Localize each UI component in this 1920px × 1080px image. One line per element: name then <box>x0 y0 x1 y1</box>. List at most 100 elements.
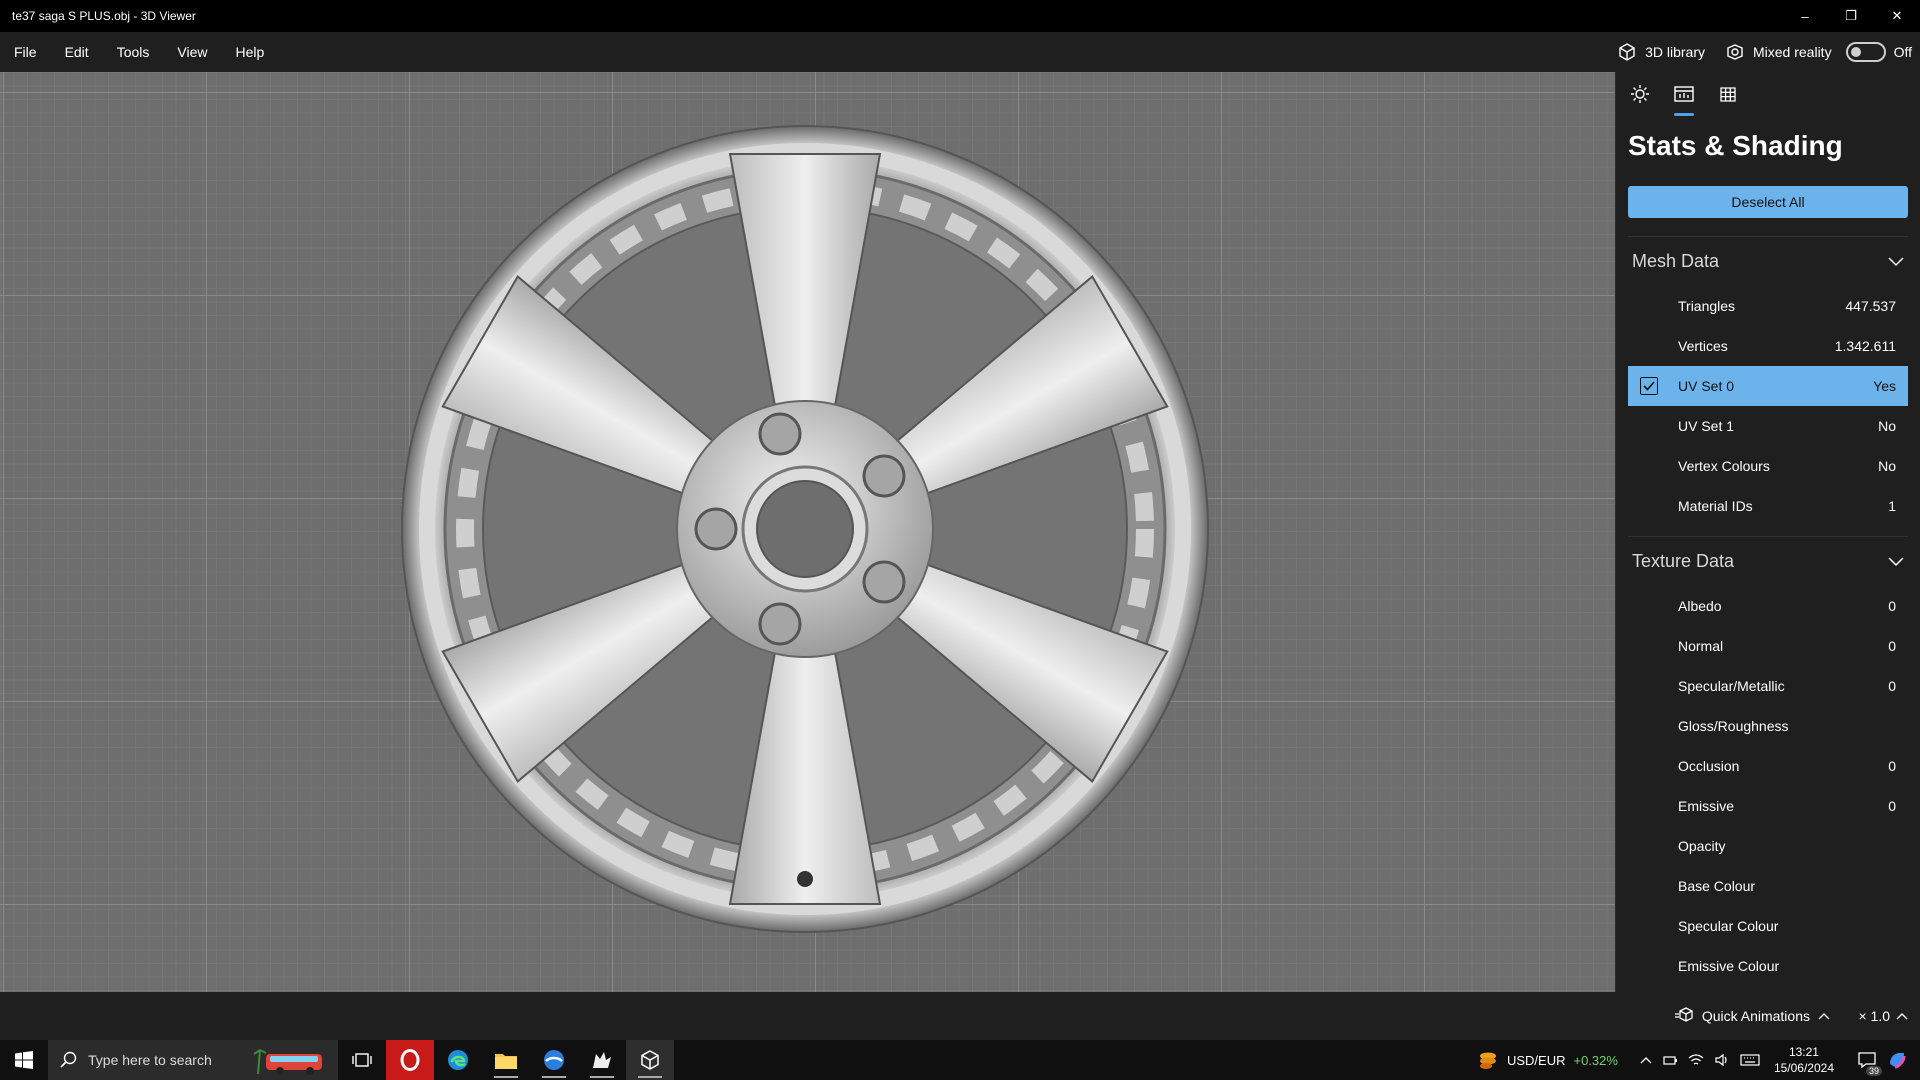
texture-data-header[interactable]: Texture Data <box>1628 536 1908 586</box>
mesh-row-uv-set-1[interactable]: UV Set 1 No <box>1628 406 1908 446</box>
search-placeholder: Type here to search <box>88 1052 212 1068</box>
taskbar-opera[interactable] <box>386 1040 434 1080</box>
wifi-icon[interactable] <box>1688 1053 1704 1067</box>
deselect-all-button[interactable]: Deselect All <box>1628 186 1908 218</box>
texture-row-specular-colour[interactable]: Specular Colour <box>1628 906 1908 946</box>
row-value: 0 <box>1888 638 1896 654</box>
row-value: 1.342.611 <box>1834 338 1896 354</box>
menu-view[interactable]: View <box>163 32 221 72</box>
cube-icon <box>1619 43 1635 61</box>
keyboard-icon[interactable] <box>1740 1053 1760 1067</box>
lug-hole <box>862 560 906 604</box>
menu-right-group: 3D library Mixed reality Off <box>1611 32 1920 72</box>
lug-hole <box>694 507 738 551</box>
folder-icon <box>495 1054 517 1069</box>
taskbar-app-cat[interactable] <box>578 1040 626 1080</box>
mesh-data-section: Mesh Data Triangles 447.537 Vertices 1.342… <box>1616 236 1920 526</box>
app-window: te37 saga S PLUS.obj - 3D Viewer – ❐ ✕ F… <box>0 0 1920 1080</box>
mesh-row-vertices[interactable]: Vertices 1.342.611 <box>1628 326 1908 366</box>
texture-row-occlusion[interactable]: Occlusion 0 <box>1628 746 1908 786</box>
taskbar-3d-viewer[interactable] <box>626 1040 674 1080</box>
texture-row-base-colour[interactable]: Base Colour <box>1628 866 1908 906</box>
wheel-model[interactable] <box>400 124 1210 934</box>
menu-help[interactable]: Help <box>221 32 278 72</box>
start-button[interactable] <box>0 1040 48 1080</box>
chevron-up-icon <box>1818 1013 1830 1020</box>
texture-row-emissive[interactable]: Emissive 0 <box>1628 786 1908 826</box>
task-view-button[interactable] <box>338 1040 386 1080</box>
quick-animations-button[interactable]: Quick Animations <box>1674 992 1830 1040</box>
notification-center-button[interactable]: 39 <box>1852 1040 1882 1080</box>
tab-stats[interactable] <box>1672 84 1696 116</box>
restore-button[interactable]: ❐ <box>1828 0 1874 32</box>
copilot-button[interactable] <box>1882 1040 1912 1080</box>
3d-library-button[interactable]: 3D library <box>1611 42 1711 62</box>
valve-stem <box>797 871 813 887</box>
app-globe-icon <box>544 1050 564 1070</box>
checkmark-icon <box>1643 381 1655 391</box>
mesh-row-vertex-colours[interactable]: Vertex Colours No <box>1628 446 1908 486</box>
notification-count: 39 <box>1865 1066 1882 1076</box>
window-controls: – ❐ ✕ <box>1782 0 1920 32</box>
minimize-button[interactable]: – <box>1782 0 1828 32</box>
chevron-up-icon <box>1896 1013 1908 1020</box>
mixed-reality-toggle[interactable] <box>1845 42 1886 62</box>
quick-animations-label: Quick Animations <box>1701 1008 1810 1024</box>
tray-icons <box>1640 1053 1760 1067</box>
texture-row-opacity[interactable]: Opacity <box>1628 826 1908 866</box>
tab-lighting[interactable] <box>1628 84 1652 116</box>
3d-viewer-icon <box>641 1050 659 1070</box>
texture-data-title: Texture Data <box>1632 551 1735 571</box>
mixed-reality-button[interactable]: Mixed reality <box>1719 42 1838 62</box>
lug-hole <box>862 454 906 498</box>
menu-tools[interactable]: Tools <box>103 32 164 72</box>
tab-grid[interactable] <box>1716 84 1740 116</box>
close-button[interactable]: ✕ <box>1874 0 1920 32</box>
texture-row-normal[interactable]: Normal 0 <box>1628 626 1908 666</box>
mesh-row-triangles[interactable]: Triangles 447.537 <box>1628 286 1908 326</box>
mesh-row-material-ids[interactable]: Material IDs 1 <box>1628 486 1908 526</box>
uv-set-0-checkbox[interactable] <box>1640 377 1658 395</box>
battery-icon[interactable] <box>1662 1053 1678 1067</box>
volume-icon[interactable] <box>1714 1053 1730 1067</box>
animation-icon <box>1674 1007 1693 1022</box>
texture-row-emissive-colour[interactable]: Emissive Colour <box>1628 946 1908 986</box>
row-label: UV Set 0 <box>1678 378 1735 394</box>
texture-row-gloss-roughness[interactable]: Gloss/Roughness <box>1628 706 1908 746</box>
mixed-reality-label: Mixed reality <box>1752 44 1832 60</box>
3d-viewport[interactable] <box>0 72 1615 992</box>
texture-row-specular-metallic[interactable]: Specular/Metallic 0 <box>1628 666 1908 706</box>
zoom-value: × 1.0 <box>1858 1008 1890 1024</box>
menu-edit[interactable]: Edit <box>51 32 103 72</box>
currency-widget[interactable]: USD/EUR +0.32% <box>1477 1050 1618 1070</box>
taskbar-search[interactable]: Type here to search <box>48 1040 338 1080</box>
copilot-icon <box>1890 1053 1906 1069</box>
row-value: 0 <box>1888 758 1896 774</box>
row-label: Triangles <box>1678 298 1736 314</box>
row-value: 447.537 <box>1845 298 1896 314</box>
row-label: Emissive <box>1678 798 1735 814</box>
chevron-up-icon[interactable] <box>1640 1056 1652 1064</box>
menu-bar: File Edit Tools View Help 3D library Mix… <box>0 32 1920 72</box>
chevron-down-icon <box>1888 556 1904 566</box>
currency-label: USD/EUR <box>1506 1052 1566 1068</box>
texture-row-albedo[interactable]: Albedo 0 <box>1628 586 1908 626</box>
mesh-data-header[interactable]: Mesh Data <box>1628 236 1908 286</box>
texture-data-section: Texture Data Albedo 0 Normal 0 Specular/Me… <box>1616 536 1920 986</box>
taskbar-edge[interactable] <box>434 1040 482 1080</box>
taskbar-file-explorer[interactable] <box>482 1040 530 1080</box>
panel-title: Stats & Shading <box>1628 130 1843 161</box>
zoom-control[interactable]: × 1.0 <box>1858 992 1908 1040</box>
system-tray: USD/EUR +0.32% 13:21 15/06/2024 39 <box>1477 1040 1920 1080</box>
row-value: 1 <box>1888 498 1896 514</box>
clock[interactable]: 13:21 15/06/2024 <box>1774 1044 1834 1076</box>
row-label: Vertex Colours <box>1678 458 1770 474</box>
search-icon <box>60 1051 77 1068</box>
menu-file[interactable]: File <box>0 32 51 72</box>
row-value: 0 <box>1888 798 1896 814</box>
taskbar-app-blue[interactable] <box>530 1040 578 1080</box>
row-label: Base Colour <box>1678 878 1756 894</box>
mesh-row-uv-set-0[interactable]: UV Set 0 Yes <box>1628 366 1908 406</box>
row-label: Material IDs <box>1678 498 1753 514</box>
clock-time: 13:21 <box>1788 1045 1819 1059</box>
